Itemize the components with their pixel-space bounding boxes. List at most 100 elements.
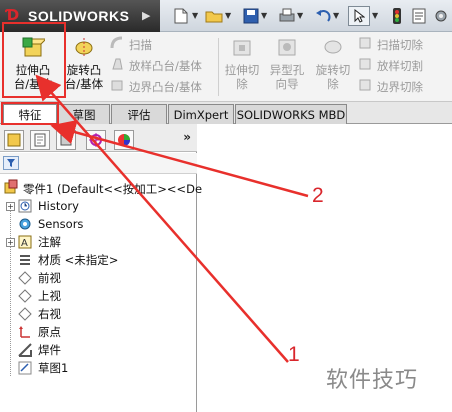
open-folder-icon[interactable] bbox=[203, 6, 225, 26]
rebuild-traffic-light-icon[interactable] bbox=[386, 6, 408, 26]
swept-cut-icon bbox=[358, 36, 372, 53]
command-tabs: 特征 草图 评估 DimXpert SOLIDWORKS MBD bbox=[0, 102, 452, 125]
dimxpertmanager-tab-icon[interactable] bbox=[86, 130, 106, 150]
menu-arrow-icon[interactable]: ▶ bbox=[142, 9, 150, 22]
ribbon-separator bbox=[218, 38, 219, 96]
revolve-cut-label: 旋转切 除 bbox=[315, 63, 351, 91]
file-properties-icon[interactable] bbox=[408, 6, 430, 26]
loft-button[interactable]: 放样凸台/基体 bbox=[110, 57, 202, 74]
save-dropdown-icon[interactable]: ▼ bbox=[261, 11, 267, 20]
undo-dropdown-icon[interactable]: ▼ bbox=[333, 11, 339, 20]
configurationmanager-tab-icon[interactable] bbox=[56, 130, 76, 150]
tree-item-label: 注解 bbox=[38, 235, 61, 249]
revolve-cut-icon bbox=[322, 36, 344, 61]
featuremanager-tab-icon[interactable] bbox=[4, 130, 24, 150]
tree-item-right-plane[interactable]: 右视 bbox=[6, 305, 61, 323]
lofted-cut-icon bbox=[358, 57, 372, 74]
command-manager-ribbon: 拉伸凸 台/基体 旋转凸 台/基体 扫描 放样凸台/基体 边界凸台/基体 拉伸切… bbox=[0, 32, 452, 102]
sweep-icon bbox=[110, 36, 124, 53]
tree-item-annotations[interactable]: + A 注解 bbox=[6, 233, 61, 251]
new-dropdown-icon[interactable]: ▼ bbox=[192, 11, 198, 20]
plane-icon bbox=[17, 306, 33, 322]
lofted-cut-button[interactable]: 放样切割 bbox=[358, 57, 423, 74]
part-icon bbox=[3, 179, 19, 198]
part-root-label: 零件1 (Default<<按加工><<De bbox=[23, 181, 203, 196]
feature-manager-panel: » 零件1 (Default<<按加工><<De + History Senso… bbox=[0, 124, 202, 412]
panel-expand-button[interactable]: » bbox=[183, 130, 191, 144]
extrude-cut-label: 拉伸切 除 bbox=[224, 63, 260, 91]
boundary-cut-label: 边界切除 bbox=[377, 79, 423, 94]
sensors-icon bbox=[17, 216, 33, 232]
tree-item-front-plane[interactable]: 前视 bbox=[6, 269, 61, 287]
plane-icon bbox=[17, 270, 33, 286]
highlight-extrude-boss bbox=[2, 22, 66, 98]
watermark: 软件技巧 bbox=[322, 362, 418, 394]
part-root-node[interactable]: 零件1 (Default<<按加工><<De bbox=[3, 179, 202, 198]
weldment-icon bbox=[17, 342, 33, 358]
tree-item-label: 草图1 bbox=[38, 361, 69, 375]
boundary-boss-button[interactable]: 边界凸台/基体 bbox=[110, 78, 202, 95]
sweep-button[interactable]: 扫描 bbox=[110, 36, 152, 53]
tree-item-label: 前视 bbox=[38, 271, 61, 285]
tree-item-label: History bbox=[38, 199, 79, 213]
lofted-cut-label: 放样切割 bbox=[377, 58, 423, 73]
material-icon bbox=[17, 252, 33, 268]
plane-icon bbox=[17, 288, 33, 304]
tree-item-label: 上视 bbox=[38, 289, 61, 303]
expand-icon[interactable]: + bbox=[6, 237, 15, 247]
tree-item-sketch1[interactable]: 草图1 bbox=[6, 359, 68, 377]
sweep-label: 扫描 bbox=[129, 37, 152, 52]
open-dropdown-icon[interactable]: ▼ bbox=[225, 11, 231, 20]
hole-wizard-label: 异型孔 向导 bbox=[269, 63, 305, 91]
revolve-boss-label: 旋转凸 台/基体 bbox=[64, 63, 104, 91]
loft-icon bbox=[110, 57, 124, 74]
save-icon[interactable] bbox=[240, 6, 262, 26]
tree-item-sensors[interactable]: Sensors bbox=[6, 215, 83, 233]
undo-icon[interactable] bbox=[312, 6, 334, 26]
tree-item-weldment[interactable]: 焊件 bbox=[6, 341, 61, 359]
display-manager-tab-icon[interactable] bbox=[114, 130, 134, 150]
swept-cut-button[interactable]: 扫描切除 bbox=[358, 36, 423, 53]
tree-item-origin[interactable]: 原点 bbox=[6, 323, 61, 341]
tree-item-label: Sensors bbox=[38, 217, 84, 231]
expand-icon[interactable]: + bbox=[6, 201, 15, 211]
boundary-cut-button[interactable]: 边界切除 bbox=[358, 78, 423, 95]
history-icon bbox=[17, 198, 33, 214]
extrude-cut-button[interactable]: 拉伸切 除 bbox=[222, 36, 262, 91]
revolve-cut-button[interactable]: 旋转切 除 bbox=[312, 36, 354, 91]
tree-item-label: 材质 <未指定> bbox=[38, 253, 119, 267]
revolve-boss-icon bbox=[72, 36, 96, 61]
tree-item-top-plane[interactable]: 上视 bbox=[6, 287, 61, 305]
origin-icon bbox=[17, 324, 33, 340]
tab-dimxpert[interactable]: DimXpert bbox=[168, 104, 234, 124]
print-icon[interactable] bbox=[276, 6, 298, 26]
print-dropdown-icon[interactable]: ▼ bbox=[297, 11, 303, 20]
sketch-icon bbox=[17, 360, 33, 376]
select-cursor-icon[interactable] bbox=[348, 6, 370, 26]
tab-sketch[interactable]: 草图 bbox=[58, 104, 110, 124]
hole-wizard-icon bbox=[276, 36, 298, 61]
annotations-icon: A bbox=[17, 234, 33, 250]
tree-item-label: 原点 bbox=[38, 325, 61, 339]
tree-item-label: 右视 bbox=[38, 307, 61, 321]
extrude-cut-icon bbox=[231, 36, 253, 61]
hole-wizard-button[interactable]: 异型孔 向导 bbox=[264, 36, 310, 91]
filter-row bbox=[0, 153, 197, 174]
boundary-boss-icon bbox=[110, 78, 124, 95]
svg-text:A: A bbox=[21, 238, 28, 249]
swept-cut-label: 扫描切除 bbox=[377, 37, 423, 52]
tree-item-history[interactable]: + History bbox=[6, 197, 79, 215]
tab-evaluate[interactable]: 评估 bbox=[111, 104, 167, 124]
annotation-number-1: 1 bbox=[288, 343, 300, 366]
annotation-number-2: 2 bbox=[312, 184, 324, 207]
options-gear-icon[interactable] bbox=[430, 6, 452, 26]
propertymanager-tab-icon[interactable] bbox=[30, 130, 50, 150]
select-dropdown-icon[interactable]: ▼ bbox=[372, 11, 378, 20]
tree-item-label: 焊件 bbox=[38, 343, 61, 357]
tree-item-material[interactable]: 材质 <未指定> bbox=[6, 251, 118, 269]
filter-icon[interactable] bbox=[3, 156, 19, 170]
tab-solidworks-mbd[interactable]: SOLIDWORKS MBD bbox=[235, 104, 347, 124]
revolve-boss-button[interactable]: 旋转凸 台/基体 bbox=[60, 36, 108, 91]
title-bar: Ɗ SOLIDWORKS ▶ ▼ ▼ ▼ ▼ ▼ ▼ bbox=[0, 0, 452, 32]
new-document-icon[interactable] bbox=[170, 6, 192, 26]
